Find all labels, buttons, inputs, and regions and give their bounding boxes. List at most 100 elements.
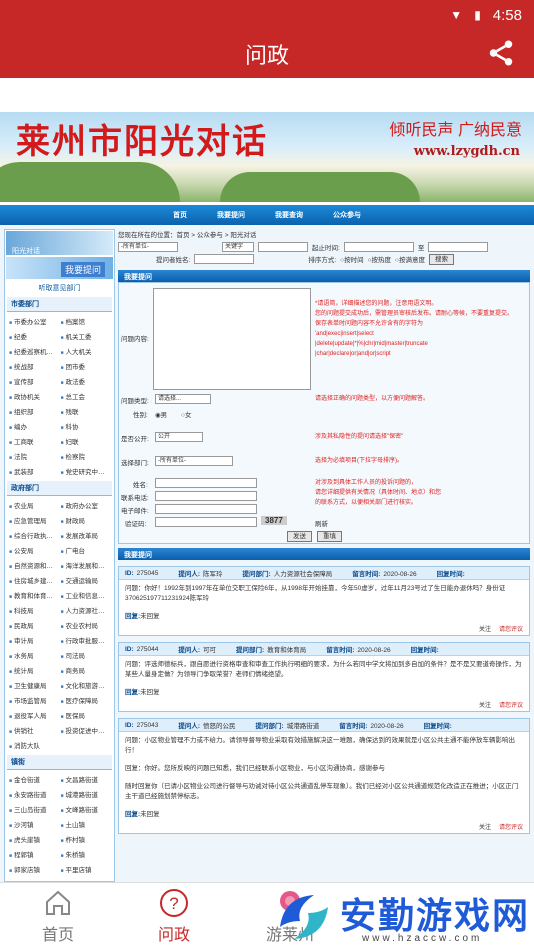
ask-tile[interactable]: 我要提问 [6, 257, 113, 279]
sidebar-dept-link[interactable]: 政法委 [61, 376, 111, 386]
nav-ask[interactable]: 我要提问 [217, 210, 245, 220]
sidebar-dept-link[interactable]: 卫生健康局 [9, 680, 59, 690]
code-input[interactable] [155, 517, 257, 527]
sidebar-dept-link[interactable]: 供销社 [9, 725, 59, 735]
sidebar-dept-link[interactable]: 行政审批服… [61, 635, 111, 645]
sidebar-dept-link[interactable]: 政府办公室 [61, 500, 111, 510]
sidebar-dept-link[interactable]: 医疗保障局 [61, 695, 111, 705]
sidebar-dept-link[interactable]: 平里店镇 [61, 864, 111, 874]
phone-input[interactable] [155, 491, 257, 501]
sidebar-dept-link[interactable]: 档案馆 [61, 316, 111, 326]
submit-button[interactable]: 发送 [287, 531, 312, 542]
sidebar-dept-link[interactable]: 水务局 [9, 650, 59, 660]
sidebar-dept-link[interactable]: 住房城乡建… [9, 575, 59, 585]
end-date-input[interactable] [428, 242, 489, 252]
sidebar-dept-link[interactable]: 总工会 [61, 391, 111, 401]
sidebar-dept-link[interactable]: 综合行政执… [9, 530, 59, 540]
sidebar-dept-link[interactable]: 妇联 [61, 436, 111, 446]
question-card[interactable]: ID: 275043 提问人: 愤怒的公民 提问部门: 城港路街道 留言时间: 2020… [118, 718, 530, 834]
sidebar-dept-link[interactable]: 虎头崖镇 [9, 834, 59, 844]
name-input[interactable] [155, 478, 257, 488]
sort-hot-radio[interactable]: ○按热度 [368, 254, 391, 264]
sidebar-dept-link[interactable]: 科技局 [9, 605, 59, 615]
sidebar-dept-link[interactable]: 公安局 [9, 545, 59, 555]
sidebar-dept-link[interactable]: 广电台 [61, 545, 111, 555]
sidebar-dept-link[interactable]: 科协 [61, 421, 111, 431]
sidebar-dept-link[interactable]: 三山岛街道 [9, 804, 59, 814]
rate-link[interactable]: 请您评议 [499, 825, 523, 831]
sidebar-dept-link[interactable]: 农业局 [9, 500, 59, 510]
sidebar-dept-link[interactable]: 团市委 [61, 361, 111, 371]
sunshine-tile[interactable]: 阳光对话 [6, 231, 113, 255]
rate-link[interactable]: 请您评议 [499, 627, 523, 633]
start-date-input[interactable] [343, 242, 414, 252]
nav-query[interactable]: 我要查询 [275, 210, 303, 220]
sidebar-dept-link[interactable]: 法院 [9, 451, 59, 461]
sex-male-radio[interactable]: ◉男 [155, 409, 167, 419]
sidebar-dept-link[interactable]: 检察院 [61, 451, 111, 461]
dept-select[interactable]: -所有单位- [118, 242, 178, 252]
sidebar-dept-link[interactable]: 农业农村局 [61, 620, 111, 630]
question-card[interactable]: ID: 275044 提问人: 可可 提问部门: 教育和体育局 留言时间: 2020-0… [118, 642, 530, 712]
sidebar-dept-link[interactable]: 残联 [61, 406, 111, 416]
sidebar-dept-link[interactable]: 人大机关 [61, 346, 111, 356]
sidebar-dept-link[interactable]: 自然资源和… [9, 560, 59, 570]
sidebar-dept-link[interactable]: 武装部 [9, 466, 59, 476]
sidebar-dept-link[interactable]: 程郭镇 [9, 849, 59, 859]
sidebar-dept-link[interactable]: 城港路街道 [61, 789, 111, 799]
sidebar-dept-link[interactable]: 文峰路街道 [61, 804, 111, 814]
rate-link[interactable]: 请您评议 [499, 703, 523, 709]
dept-form-select[interactable]: -所有单位- [155, 456, 233, 466]
sidebar-dept-link[interactable]: 金仓街道 [9, 774, 59, 784]
sidebar-dept-link[interactable]: 永安路街道 [9, 789, 59, 799]
share-icon[interactable] [486, 38, 516, 68]
sidebar-dept-link[interactable]: 教育和体育… [9, 590, 59, 600]
sidebar-dept-link[interactable]: 投资促进中… [61, 725, 111, 735]
sidebar-dept-link[interactable]: 柞村镇 [61, 834, 111, 844]
search-button[interactable]: 搜索 [428, 253, 454, 265]
sidebar-dept-link[interactable]: 组织部 [9, 406, 59, 416]
sidebar-dept-link[interactable]: 应急管理局 [9, 515, 59, 525]
keyword-select[interactable]: 关键字 [222, 242, 254, 252]
question-card[interactable]: ID: 275045 提问人: 陈军玲 提问部门: 人力资源社会保障局 留言时间: 20… [118, 566, 530, 636]
sidebar-dept-link[interactable]: 消防大队 [9, 740, 59, 750]
sidebar-dept-link[interactable]: 朱桥镇 [61, 849, 111, 859]
reset-button[interactable]: 重填 [317, 531, 342, 542]
nav-home[interactable]: 首页 [173, 210, 187, 220]
sidebar-dept-link[interactable]: 党史研究中… [61, 466, 111, 476]
sort-satisfaction-radio[interactable]: ○按满意度 [395, 254, 425, 264]
sidebar-dept-link[interactable]: 司法局 [61, 650, 111, 660]
sidebar-dept-link[interactable]: 文化和旅游… [61, 680, 111, 690]
refresh-link[interactable]: 刷新 [315, 518, 328, 528]
sidebar-dept-link[interactable]: 市场监管局 [9, 695, 59, 705]
sidebar-dept-link[interactable]: 政协机关 [9, 391, 59, 401]
sort-time-radio[interactable]: ○按时间 [340, 254, 363, 264]
sidebar-dept-link[interactable]: 纪委 [9, 331, 59, 341]
sidebar-dept-link[interactable]: 宣传部 [9, 376, 59, 386]
sidebar-dept-link[interactable]: 机关工委 [61, 331, 111, 341]
type-select[interactable]: 请选择... [155, 394, 211, 404]
sidebar-dept-link[interactable]: 商务局 [61, 665, 111, 675]
sidebar-dept-link[interactable]: 工商联 [9, 436, 59, 446]
tab-wenzheng[interactable]: ? 问政 [116, 883, 232, 949]
sidebar-dept-link[interactable]: 郭家店镇 [9, 864, 59, 874]
tab-home[interactable]: 首页 [0, 883, 116, 949]
asker-input[interactable] [194, 254, 255, 264]
sidebar-dept-link[interactable]: 土山镇 [61, 819, 111, 829]
sidebar-dept-link[interactable]: 编办 [9, 421, 59, 431]
sidebar-dept-link[interactable]: 沙河镇 [9, 819, 59, 829]
sidebar-dept-link[interactable]: 文昌路街道 [61, 774, 111, 784]
keyword-input[interactable] [258, 242, 308, 252]
sidebar-dept-link[interactable]: 交通运输局 [61, 575, 111, 585]
sidebar-dept-link[interactable]: 民政局 [9, 620, 59, 630]
sidebar-dept-link[interactable]: 工业和信息… [61, 590, 111, 600]
sidebar-dept-link[interactable]: 市委办公室 [9, 316, 59, 326]
sidebar-dept-link[interactable]: 统计局 [9, 665, 59, 675]
sidebar-dept-link[interactable]: 海洋发展和… [61, 560, 111, 570]
sex-female-radio[interactable]: ○女 [181, 409, 191, 419]
sidebar-dept-link[interactable]: 统战部 [9, 361, 59, 371]
sidebar-dept-link[interactable]: 财政局 [61, 515, 111, 525]
sidebar-dept-link[interactable]: 发展改革局 [61, 530, 111, 540]
sidebar-dept-link[interactable]: 审计局 [9, 635, 59, 645]
sidebar-dept-link[interactable]: 退役军人局 [9, 710, 59, 720]
